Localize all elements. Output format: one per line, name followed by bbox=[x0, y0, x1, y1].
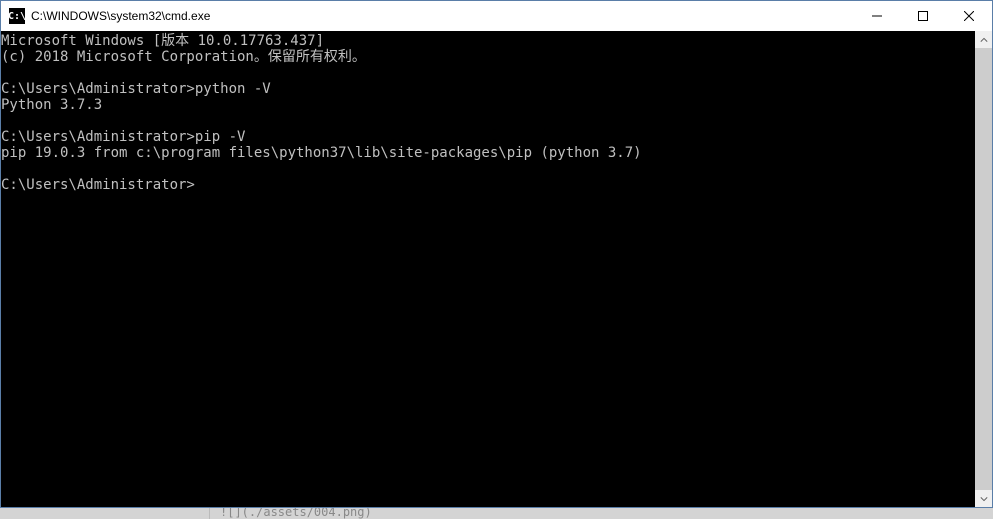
titlebar[interactable]: C:\ C:\WINDOWS\system32\cmd.exe bbox=[1, 1, 992, 31]
window-controls bbox=[854, 1, 992, 31]
minimize-icon bbox=[872, 11, 882, 21]
terminal-output[interactable]: Microsoft Windows [版本 10.0.17763.437] (c… bbox=[1, 31, 975, 507]
window-title: C:\WINDOWS\system32\cmd.exe bbox=[31, 9, 854, 23]
background-tree-line bbox=[209, 508, 210, 519]
minimize-button[interactable] bbox=[854, 1, 900, 31]
scroll-track[interactable] bbox=[975, 48, 992, 490]
terminal-area: Microsoft Windows [版本 10.0.17763.437] (c… bbox=[1, 31, 992, 507]
vertical-scrollbar[interactable] bbox=[975, 31, 992, 507]
close-button[interactable] bbox=[946, 1, 992, 31]
chevron-down-icon bbox=[980, 495, 988, 503]
scroll-thumb[interactable] bbox=[975, 48, 992, 490]
maximize-icon bbox=[918, 11, 928, 21]
maximize-button[interactable] bbox=[900, 1, 946, 31]
close-icon bbox=[964, 11, 974, 21]
scroll-down-button[interactable] bbox=[975, 490, 992, 507]
cmd-window: C:\ C:\WINDOWS\system32\cmd.exe Microsof… bbox=[0, 0, 993, 508]
chevron-up-icon bbox=[980, 36, 988, 44]
scroll-up-button[interactable] bbox=[975, 31, 992, 48]
cmd-icon: C:\ bbox=[9, 8, 25, 24]
